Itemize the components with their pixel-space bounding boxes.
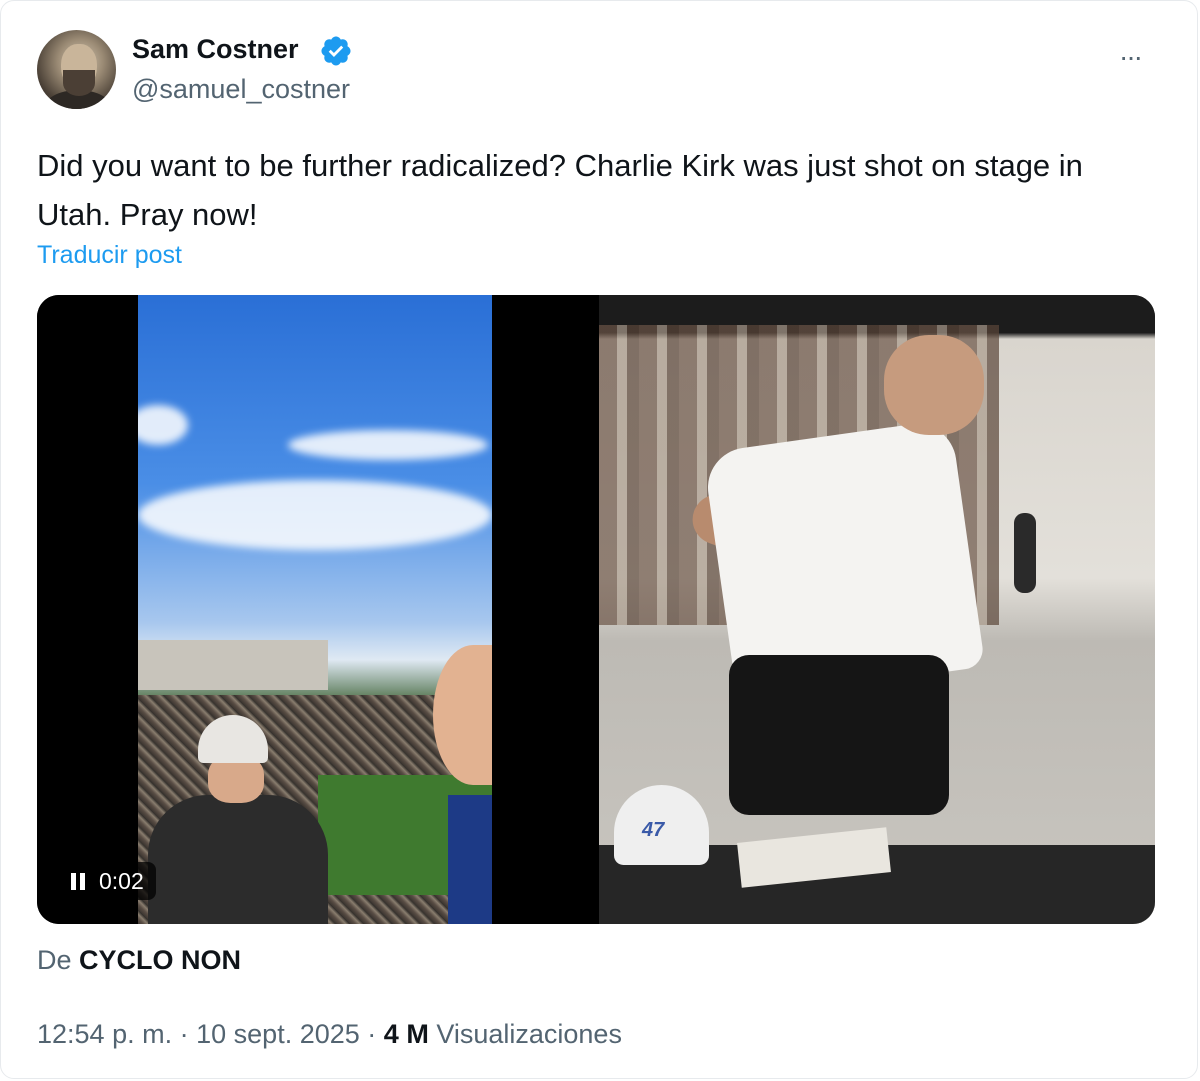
more-options-icon[interactable]: ··· — [1119, 41, 1143, 73]
hat-image: 47 — [614, 785, 709, 865]
video-time: 0:02 — [99, 867, 144, 894]
post-image[interactable]: 47 — [599, 295, 1155, 924]
post-text: Did you want to be further radicalized? … — [37, 148, 1083, 232]
views-count[interactable]: 4 M — [384, 1019, 429, 1049]
hat-text: 47 — [642, 819, 665, 841]
verified-badge-icon — [321, 36, 351, 66]
post-meta: 12:54 p. m. · 10 sept. 2025 · 4 M Visual… — [37, 1019, 622, 1050]
meta-separator-2: · — [367, 1019, 377, 1049]
source-prefix: De — [37, 945, 72, 975]
pause-icon[interactable] — [71, 872, 85, 890]
video-frame — [138, 295, 492, 924]
avatar[interactable] — [37, 30, 116, 109]
tweet-card: Sam Costner @samuel_costner ··· Did you … — [0, 0, 1198, 1079]
author-handle[interactable]: @samuel_costner — [132, 74, 350, 105]
video-time-badge[interactable]: 0:02 — [59, 862, 156, 900]
media-grid: 0:02 47 — [37, 295, 1155, 924]
views-label: Visualizaciones — [436, 1019, 622, 1049]
video-player[interactable]: 0:02 — [37, 295, 594, 924]
post-date[interactable]: 10 sept. 2025 — [196, 1019, 360, 1049]
source-name[interactable]: CYCLO NON — [79, 945, 241, 975]
author-name[interactable]: Sam Costner — [132, 34, 299, 65]
source-attribution: De CYCLO NON — [37, 945, 241, 976]
translate-post-link[interactable]: Traducir post — [37, 241, 182, 270]
post-time[interactable]: 12:54 p. m. — [37, 1019, 172, 1049]
meta-separator: · — [179, 1019, 189, 1049]
